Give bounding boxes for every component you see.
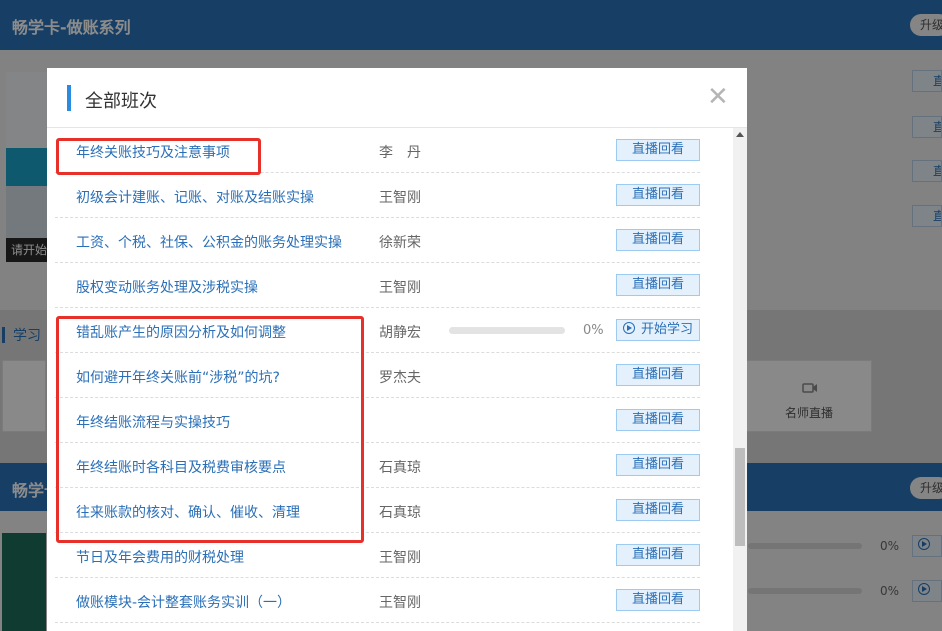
teacher-name: 石真琼: [379, 457, 421, 477]
dialog-header: 全部班次 ✕: [47, 68, 747, 128]
class-title-link[interactable]: 节日及年会费用的财税处理: [76, 547, 244, 567]
class-title-link[interactable]: 股权变动账务处理及涉税实操: [76, 277, 258, 297]
dialog-title: 全部班次: [85, 87, 157, 113]
progress-bar: [449, 327, 565, 334]
replay-button[interactable]: 直播回看: [616, 544, 700, 566]
teacher-name: 徐新荣: [379, 232, 421, 252]
replay-button[interactable]: 直播回看: [616, 409, 700, 431]
highlight-box: [56, 138, 261, 175]
replay-button[interactable]: 直播回看: [616, 454, 700, 476]
teacher-name: 王智刚: [379, 592, 421, 612]
class-title-link[interactable]: 初级会计建账、记账、对账及结账实操: [76, 187, 314, 207]
scroll-thumb[interactable]: [735, 448, 745, 546]
list-item: 做账模块-会计整套账务实训（一） 王智刚 直播回看: [55, 578, 700, 623]
progress-percent: 0%: [583, 323, 604, 338]
replay-button[interactable]: 直播回看: [616, 364, 700, 386]
scrollbar[interactable]: [733, 128, 747, 631]
class-title-link[interactable]: 做账模块-会计整套账务实训（一）: [76, 592, 291, 612]
highlight-box: [56, 316, 364, 543]
replay-button[interactable]: 直播回看: [616, 589, 700, 611]
replay-button[interactable]: 直播回看: [616, 274, 700, 296]
title-marker: [67, 85, 71, 111]
start-study-button[interactable]: 开始学习: [616, 319, 700, 341]
teacher-name: 王智刚: [379, 187, 421, 207]
scroll-up-arrow-icon[interactable]: [736, 132, 744, 137]
close-icon[interactable]: ✕: [707, 84, 729, 110]
replay-button[interactable]: 直播回看: [616, 499, 700, 521]
teacher-name: 王智刚: [379, 277, 421, 297]
teacher-name: 胡静宏: [379, 322, 421, 342]
list-item: 股权变动账务处理及涉税实操 王智刚 直播回看: [55, 263, 700, 308]
replay-button[interactable]: 直播回看: [616, 229, 700, 251]
list-item: 初级会计建账、记账、对账及结账实操 王智刚 直播回看: [55, 173, 700, 218]
replay-button[interactable]: 直播回看: [616, 139, 700, 161]
replay-button[interactable]: 直播回看: [616, 184, 700, 206]
start-study-label: 开始学习: [641, 322, 693, 337]
teacher-name: 李 丹: [379, 142, 421, 162]
teacher-name: 王智刚: [379, 547, 421, 567]
play-icon: [623, 322, 635, 334]
teacher-name: 罗杰夫: [379, 367, 421, 387]
list-item: 工资、个税、社保、公积金的账务处理实操 徐新荣 直播回看: [55, 218, 700, 263]
class-title-link[interactable]: 工资、个税、社保、公积金的账务处理实操: [76, 232, 342, 252]
teacher-name: 石真琼: [379, 502, 421, 522]
